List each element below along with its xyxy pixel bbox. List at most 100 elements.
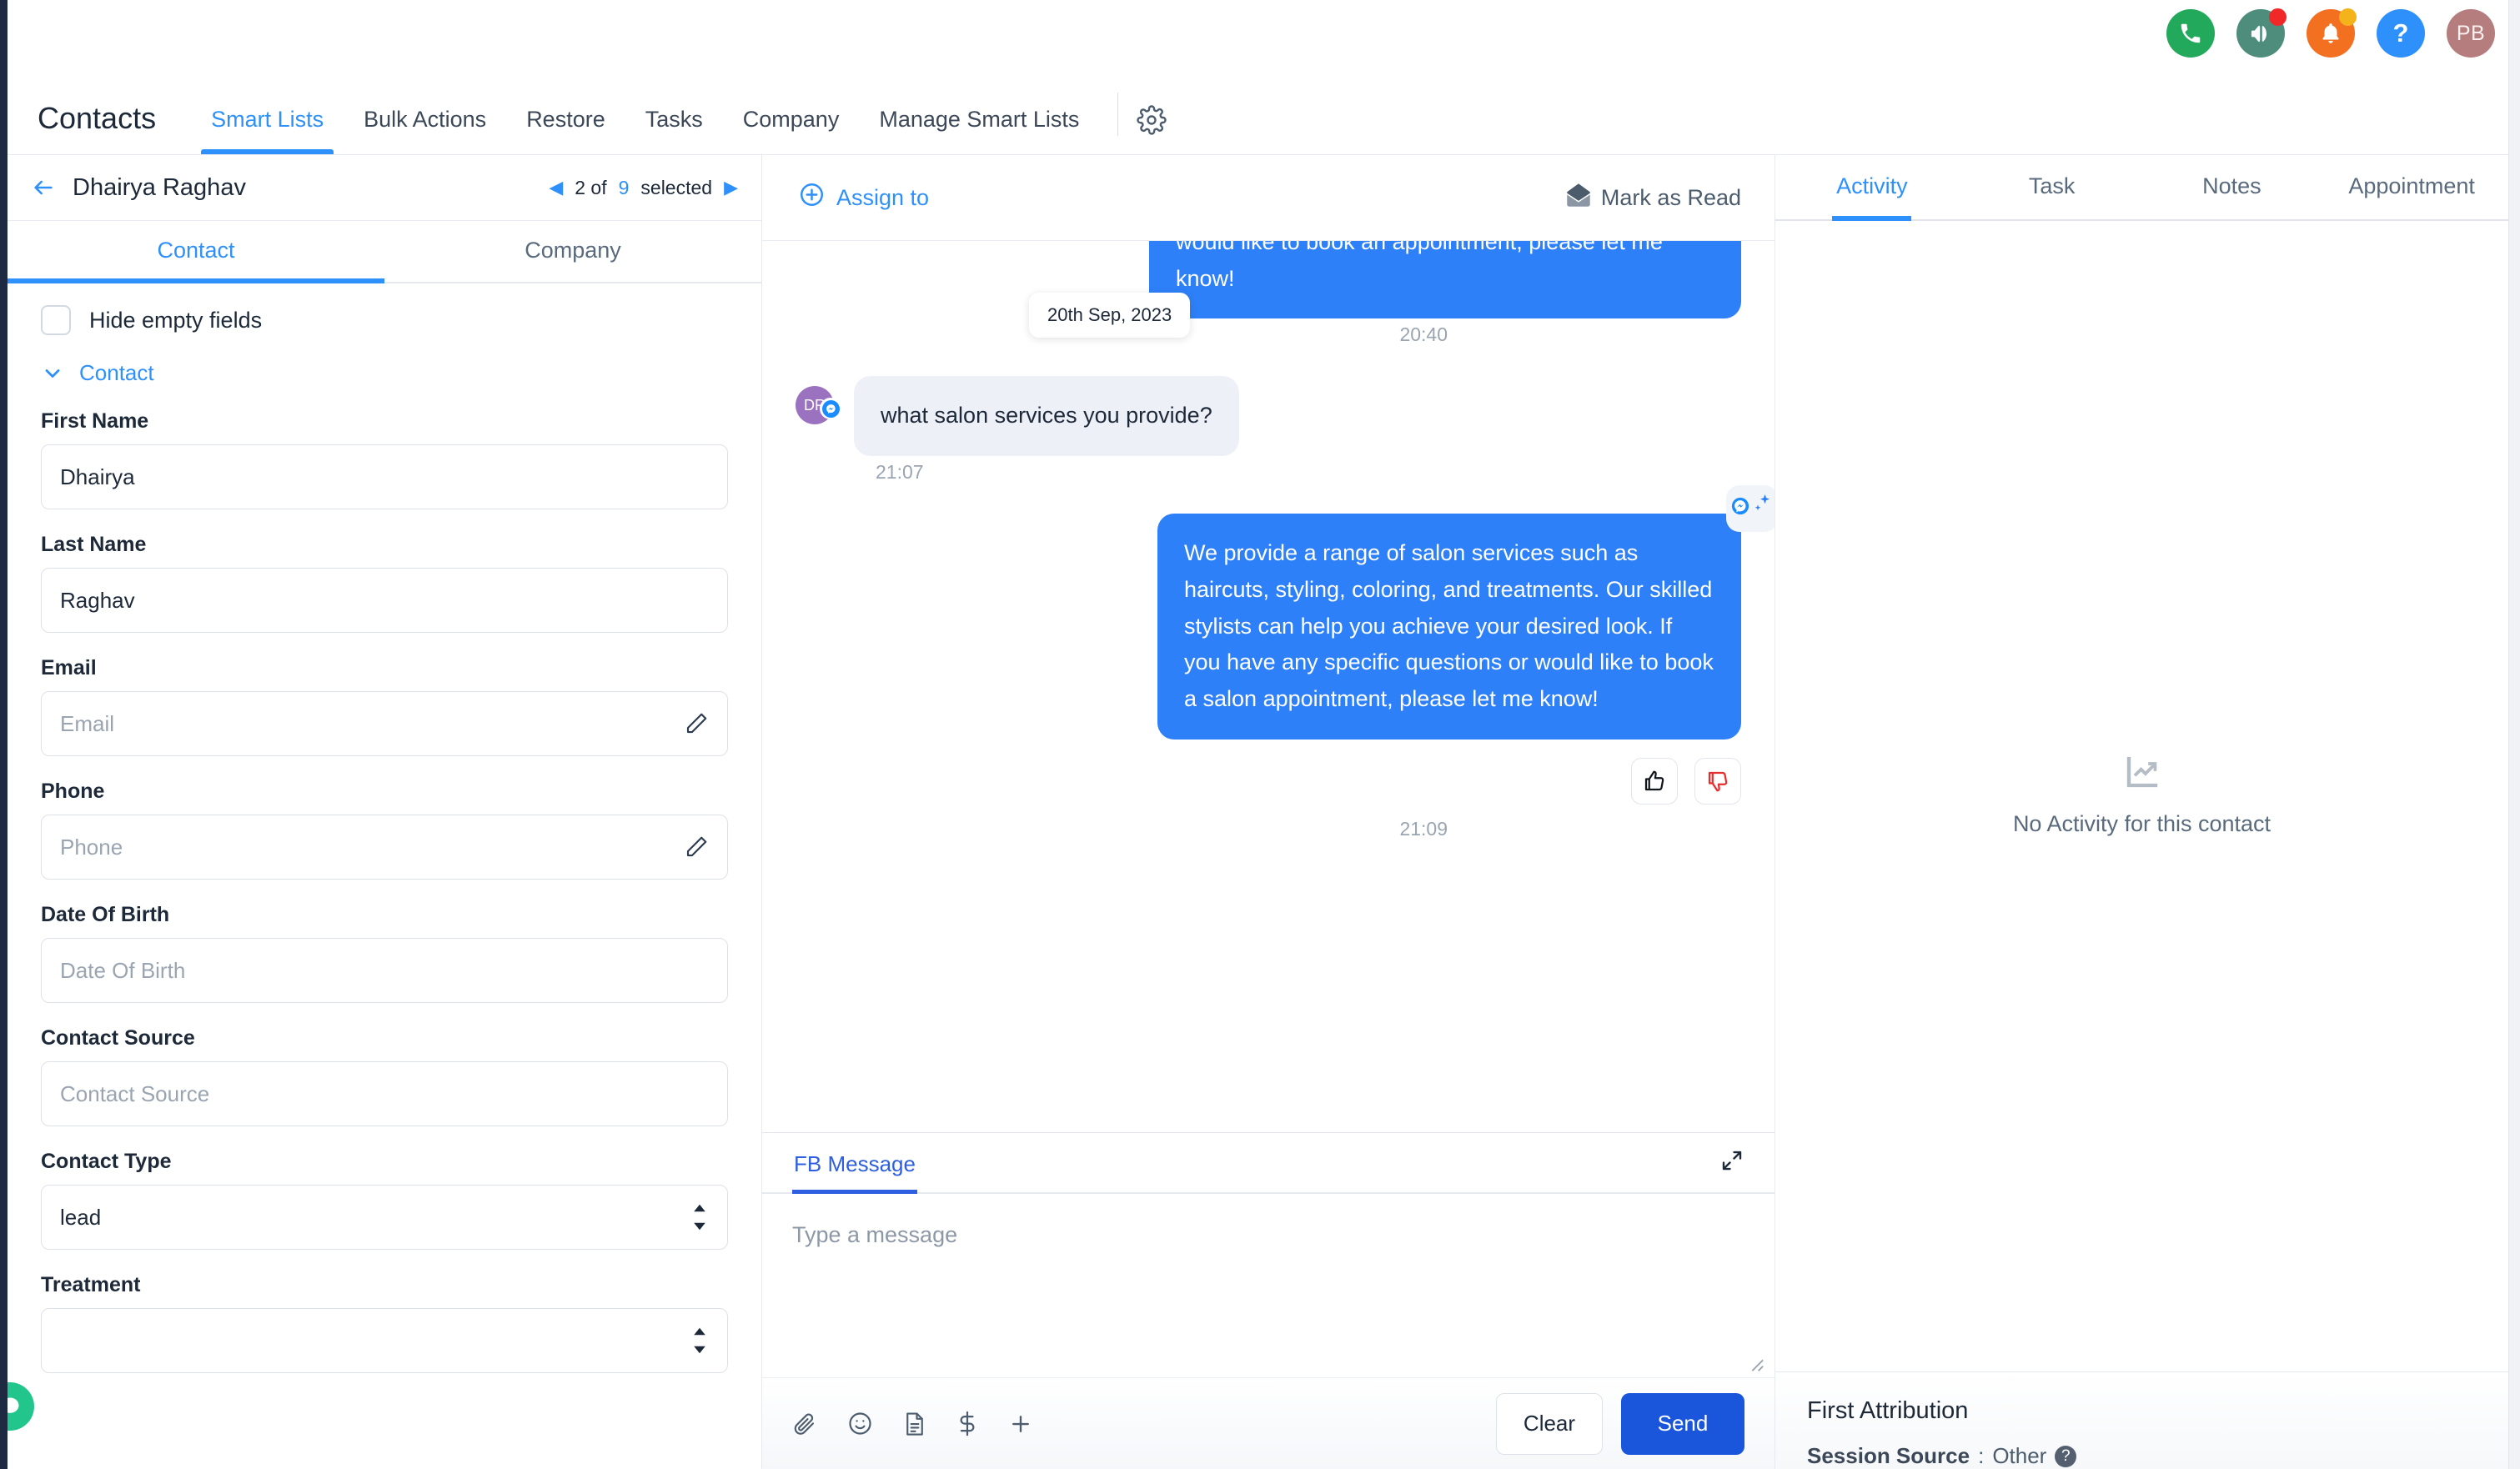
hide-empty-fields-checkbox[interactable] <box>41 305 71 335</box>
date-of-birth-placeholder: Date Of Birth <box>60 957 186 983</box>
send-button[interactable]: Send <box>1621 1392 1744 1455</box>
clear-button[interactable]: Clear <box>1496 1392 1603 1455</box>
user-avatar[interactable]: PB <box>2447 9 2495 58</box>
conversation-toolbar: Assign to Mark as Read <box>762 155 1775 241</box>
attachment-icon[interactable] <box>792 1411 817 1436</box>
thumbs-down-icon[interactable] <box>1694 757 1741 805</box>
session-source-value: Other <box>1992 1443 2047 1468</box>
conversation-panel: Assign to Mark as Read would like to boo… <box>762 155 1775 1469</box>
nav-item-bulk-actions[interactable]: Bulk Actions <box>344 107 506 154</box>
label-last-name: Last Name <box>41 533 147 556</box>
message-group: DR what salon services you provide? 21:0… <box>796 376 1741 484</box>
plus-circle-icon <box>799 182 825 213</box>
sparkle-icon <box>1751 490 1773 527</box>
tab-company[interactable]: Company <box>384 221 761 282</box>
last-name-value: Raghav <box>60 587 135 613</box>
session-source-separator: : <box>1978 1443 1985 1468</box>
stepper-icon <box>690 1326 709 1355</box>
tab-contact[interactable]: Contact <box>8 221 384 283</box>
message-list[interactable]: would like to book an appointment, pleas… <box>762 241 1775 1132</box>
thumbs-up-icon[interactable] <box>1631 757 1678 805</box>
collapsed-nav-rail[interactable] <box>0 0 8 1469</box>
gear-icon[interactable] <box>1137 105 1167 154</box>
tab-task[interactable]: Task <box>1962 155 2142 219</box>
messenger-icon <box>820 398 841 420</box>
activity-panel: Activity Task Notes Appointment No Activ… <box>1775 155 2508 1469</box>
date-separator-chip: 20th Sep, 2023 <box>1029 293 1191 338</box>
message-composer: FB Message Type a message Clear Send <box>762 1132 1775 1469</box>
pencil-icon[interactable] <box>684 835 709 860</box>
plus-icon[interactable] <box>1008 1411 1033 1436</box>
user-avatar-initials: PB <box>2456 21 2486 45</box>
pencil-icon[interactable] <box>684 711 709 736</box>
tab-activity[interactable]: Activity <box>1782 155 1962 221</box>
first-attribution-title: First Attribution <box>1807 1397 1969 1424</box>
message-input-area[interactable]: Type a message <box>762 1194 1775 1377</box>
megaphone-icon[interactable] <box>2236 8 2287 58</box>
message-timestamp: 21:07 <box>876 461 924 484</box>
session-source-row: Session Source: Other ? <box>1807 1443 2477 1469</box>
mark-as-read-button[interactable]: Mark as Read <box>1566 183 1741 213</box>
prev-contact-button[interactable]: ◀ <box>549 178 563 197</box>
message-timestamp: 20:40 <box>1399 323 1448 346</box>
nav-item-company[interactable]: Company <box>723 107 860 154</box>
message-group: We provide a range of salon services suc… <box>796 485 1775 840</box>
phone-input[interactable]: Phone <box>41 815 728 880</box>
nav-item-manage-smart-lists[interactable]: Manage Smart Lists <box>859 107 1099 154</box>
treatment-select[interactable] <box>41 1308 728 1373</box>
emoji-icon[interactable] <box>847 1411 873 1436</box>
email-placeholder: Email <box>60 710 115 736</box>
contact-type-select[interactable]: lead <box>41 1185 728 1250</box>
last-name-input[interactable]: Raghav <box>41 568 728 633</box>
tab-fb-message[interactable]: FB Message <box>792 1133 917 1194</box>
main-columns: Dhairya Raghav ◀ 2 of 9 selected ▶ Conta… <box>8 155 2508 1469</box>
composer-icon-group <box>792 1411 1033 1436</box>
contact-source-input[interactable]: Contact Source <box>41 1061 728 1126</box>
nav-item-restore[interactable]: Restore <box>506 107 625 154</box>
composer-actions: Clear Send <box>1496 1392 1744 1455</box>
message-row: DR what salon services you provide? <box>796 376 1741 457</box>
first-name-input[interactable]: Dhairya <box>41 444 728 509</box>
contact-panel-header: Dhairya Raghav ◀ 2 of 9 selected ▶ <box>8 155 761 221</box>
message-bubble-outgoing: We provide a range of salon services suc… <box>1157 485 1775 740</box>
session-source-key: Session Source <box>1807 1443 1970 1468</box>
hide-empty-fields-toggle[interactable]: Hide empty fields <box>41 305 728 335</box>
contact-section-label: Contact <box>79 360 154 385</box>
back-arrow-icon[interactable] <box>29 176 58 199</box>
activity-empty-state: No Activity for this contact <box>1775 221 2508 1371</box>
help-icon[interactable]: ? <box>2377 9 2425 58</box>
field-treatment: Treatment <box>41 1273 728 1373</box>
activity-empty-text: No Activity for this contact <box>2012 811 2272 836</box>
tab-notes[interactable]: Notes <box>2142 155 2322 219</box>
label-date-of-birth: Date Of Birth <box>41 903 170 926</box>
collapse-arrows-icon[interactable] <box>1719 1148 1744 1178</box>
primary-nav: Contacts Smart Lists Bulk Actions Restor… <box>8 75 2508 155</box>
message-row: would like to book an appointment, pleas… <box>796 241 1741 319</box>
next-contact-button[interactable]: ▶ <box>724 178 738 197</box>
question-icon[interactable]: ? <box>2055 1445 2077 1467</box>
page-title: Contacts <box>38 101 157 135</box>
date-of-birth-input[interactable]: Date Of Birth <box>41 938 728 1003</box>
bell-icon[interactable] <box>2307 8 2357 58</box>
dollar-icon[interactable] <box>956 1411 978 1436</box>
field-contact-source: Contact Source Contact Source <box>41 1026 728 1126</box>
chat-fab-icon[interactable] <box>8 1382 34 1431</box>
nav-divider <box>1117 93 1119 136</box>
phone-icon[interactable] <box>2166 9 2215 58</box>
message-feedback-group <box>796 757 1741 805</box>
tab-appointment[interactable]: Appointment <box>2322 155 2502 219</box>
contact-section-header[interactable]: Contact <box>41 360 728 386</box>
nav-item-tasks[interactable]: Tasks <box>625 107 723 154</box>
message-text: what salon services you provide? <box>881 403 1212 429</box>
message-bubble-incoming: what salon services you provide? <box>854 376 1239 457</box>
message-group: would like to book an appointment, pleas… <box>796 241 1741 346</box>
avatar: DR <box>796 386 841 425</box>
nav-item-smart-lists[interactable]: Smart Lists <box>191 107 344 154</box>
assign-to-button[interactable]: Assign to <box>799 182 929 213</box>
email-input[interactable]: Email <box>41 691 728 756</box>
contact-type-value: lead <box>60 1204 102 1230</box>
page-scrollbar[interactable] <box>2508 0 2520 1469</box>
document-icon[interactable] <box>903 1411 926 1436</box>
composer-toolbar: Clear Send <box>762 1377 1775 1469</box>
resize-handle[interactable] <box>1746 1354 1765 1372</box>
